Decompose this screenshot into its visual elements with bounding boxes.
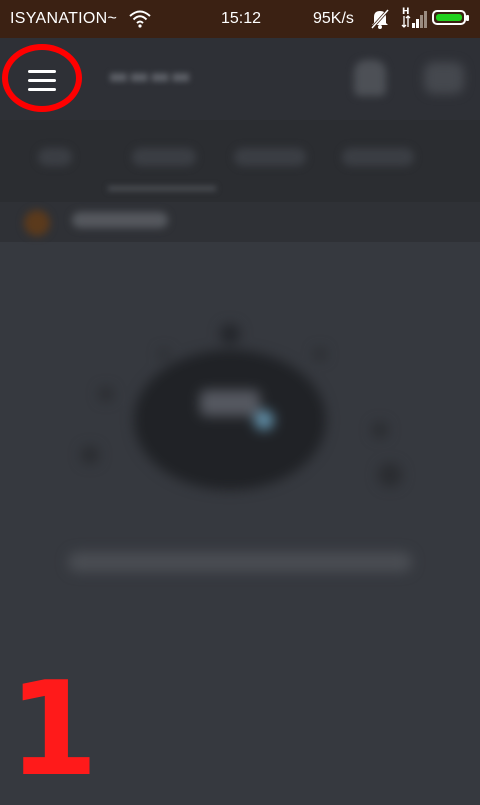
section-header (0, 202, 480, 242)
tab-bar (0, 120, 480, 202)
active-tab-indicator (108, 186, 216, 191)
step-number: 1 (8, 653, 99, 805)
tab-blurred-4[interactable] (342, 148, 414, 166)
clock: 15:12 (221, 10, 262, 27)
empty-state-illustration (81, 324, 402, 490)
tab-blurred-1[interactable] (38, 148, 72, 166)
highlight-circle (2, 44, 82, 112)
tab-blurred-3[interactable] (234, 148, 306, 166)
battery-tip (466, 15, 469, 21)
signal-icon: H (401, 5, 427, 36)
status-bar: ISYANATION~ 15:12 95K/s H (0, 0, 480, 38)
notification-bell-icon[interactable] (354, 60, 386, 96)
new-message-icon[interactable] (424, 62, 464, 94)
section-avatar (24, 210, 50, 236)
section-label (72, 212, 168, 228)
blurred-page-title: ▬▬▬▬ (108, 64, 192, 89)
empty-state-caption (68, 552, 412, 572)
wifi-icon (128, 9, 152, 34)
network-speed: 95K/s (313, 10, 354, 27)
battery-icon (432, 10, 469, 25)
carrier-name: ISYANATION~ (10, 10, 118, 27)
battery-fill (436, 14, 462, 21)
bell-muted-icon (370, 8, 390, 35)
tab-blurred-2[interactable] (132, 148, 196, 166)
